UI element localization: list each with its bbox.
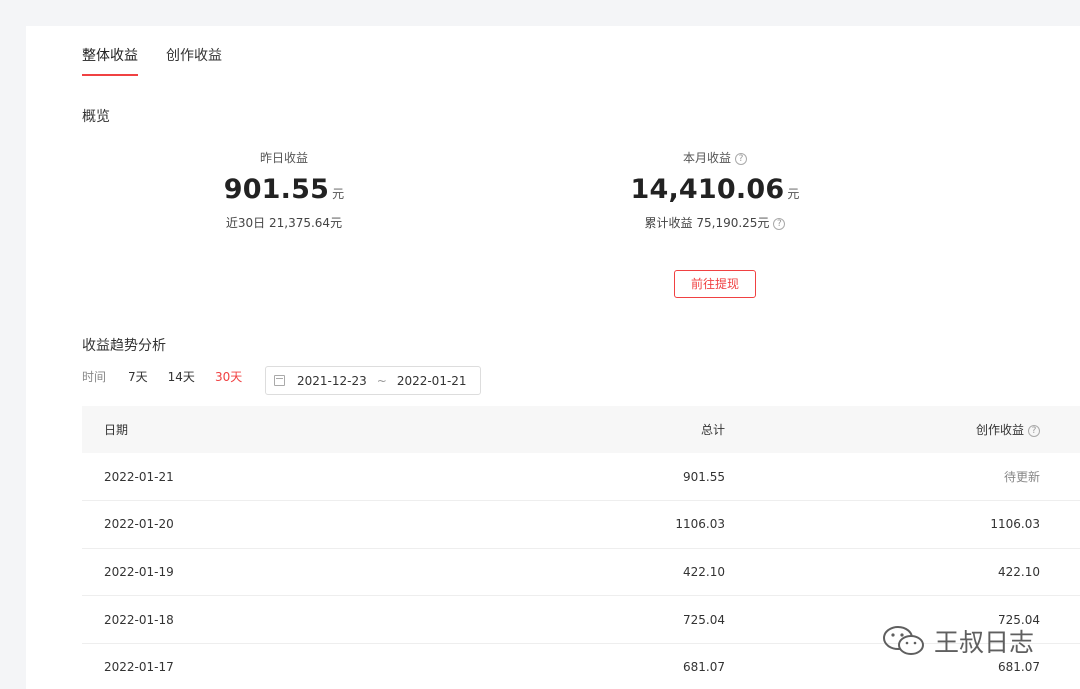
header-creation: 创作收益? [725,406,1080,453]
table-row: 2022-01-20 1106.03 1106.03 [82,501,1080,549]
tab-overall-income[interactable]: 整体收益 [82,46,138,76]
time-filter-label: 时间 [82,370,107,384]
help-icon[interactable]: ? [1028,424,1040,437]
row-creation: 1106.03 [990,517,1040,532]
income-tabs: 整体收益 创作收益 [82,46,222,82]
month-income-value-row: 14,410.06 元 [565,174,865,205]
wechat-icon [883,626,924,655]
row-creation: 待更新 [1003,470,1040,485]
date-range-picker[interactable]: 2021-12-23 ~ 2022-01-21 [265,366,481,395]
month-income-label-row: 本月收益? [565,149,865,166]
withdraw-button[interactable]: 前往提现 [674,270,756,298]
row-total: 422.10 [683,564,725,579]
header-creation-label: 创作收益 [975,423,1024,437]
watermark-text: 王叔日志 [934,628,1035,657]
date-end: 2022-01-21 [396,373,467,388]
yesterday-income-unit: 元 [332,187,345,201]
filter-7-days[interactable]: 7天 [128,368,148,385]
row-date: 2022-01-18 [104,612,174,627]
header-date: 日期 [104,423,129,437]
month-income-value: 14,410.06 [630,174,785,205]
income-card: 整体收益 创作收益 概览 昨日收益 901.55 元 近30日 21,375.64… [26,26,1080,689]
last-30-days-income: 近30日 21,375.64元 [225,216,343,230]
table-row: 2022-01-19 422.10 422.10 [82,548,1080,596]
time-filter: 时间 7天 14天 30天 [82,368,262,385]
month-income-unit: 元 [787,187,800,201]
total-income: 累计收益 75,190.25元 [644,216,770,230]
tab-creation-income[interactable]: 创作收益 [166,46,222,76]
help-icon[interactable]: ? [773,217,786,230]
filter-14-days[interactable]: 14天 [168,368,195,385]
row-total: 725.04 [683,612,725,627]
yesterday-income-value-row: 901.55 元 [134,174,434,205]
month-income-stat: 本月收益? 14,410.06 元 累计收益 75,190.25元? [565,149,865,231]
row-total: 901.55 [683,469,725,484]
trend-title: 收益趋势分析 [82,338,166,354]
row-creation: 422.10 [998,564,1040,579]
row-date: 2022-01-17 [104,660,174,675]
date-start: 2021-12-23 [297,373,367,388]
watermark: 王叔日志 [880,623,1034,659]
row-date: 2022-01-21 [104,469,174,484]
table-row: 2022-01-21 901.55 待更新 [82,453,1080,501]
row-total: 681.07 [683,660,725,675]
row-date: 2022-01-19 [104,564,174,579]
yesterday-income-value: 901.55 [223,174,330,205]
row-total: 1106.03 [675,517,725,532]
help-icon[interactable]: ? [735,152,747,165]
calendar-icon [274,375,285,386]
header-total: 总计 [700,423,725,437]
filter-30-days[interactable]: 30天 [215,368,242,385]
date-separator: ~ [376,373,387,388]
row-date: 2022-01-20 [104,517,174,532]
yesterday-income-label: 昨日收益 [259,151,308,165]
overview-title: 概览 [82,109,110,125]
table-header-row: 日期 总计 创作收益? [82,406,1080,453]
total-income-row: 累计收益 75,190.25元? [565,214,865,231]
yesterday-income-stat: 昨日收益 901.55 元 近30日 21,375.64元 [134,149,434,231]
month-income-label: 本月收益 [682,151,731,165]
